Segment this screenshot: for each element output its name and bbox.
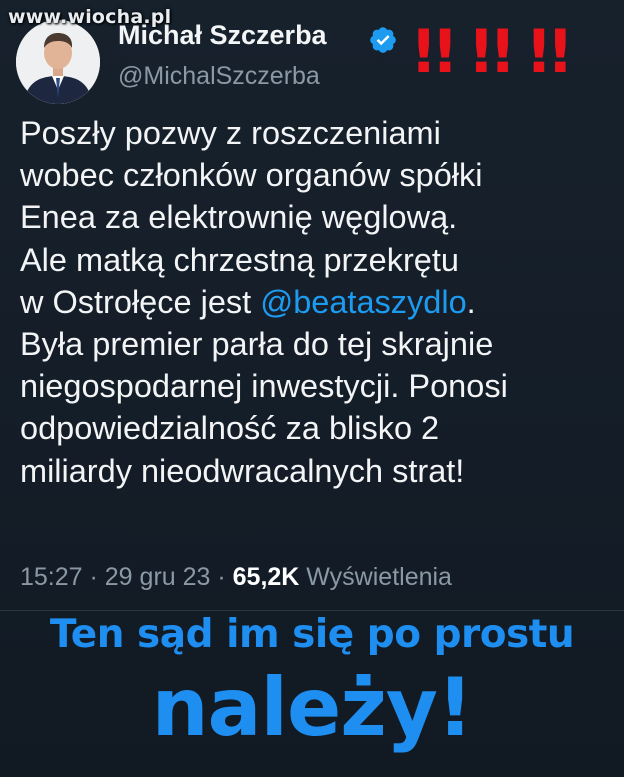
avatar[interactable] xyxy=(16,20,100,104)
verified-badge-icon xyxy=(370,27,396,53)
tweet-line-mention: w Ostrołęce jest @beataszydlo. xyxy=(20,281,616,323)
tweet-line: odpowiedzialność za blisko 2 xyxy=(20,410,440,447)
avatar-photo xyxy=(16,20,100,104)
author-handle[interactable]: @MichalSzczerba xyxy=(118,62,320,91)
meta-separator: · xyxy=(210,563,233,591)
tweet-line: niegospodarnej inwestycji. Ponosi xyxy=(20,368,508,405)
mention-link[interactable]: @beataszydlo xyxy=(260,284,466,320)
tweet-line: Enea za elektrownię węglową. xyxy=(20,199,458,236)
meta-separator: · xyxy=(82,563,105,591)
divider xyxy=(0,610,624,611)
tweet-meta: 15:27 · 29 gru 23 · 65,2K Wyświetlenia xyxy=(20,563,452,592)
tweet-line: wobec członków organów spółki xyxy=(20,157,483,194)
views-count: 65,2K xyxy=(232,563,300,591)
tweet-text: Poszły pozwy z roszczeniami wobec członk… xyxy=(20,112,616,492)
caption-line-2: należy! xyxy=(151,661,474,754)
watermark: www.wiocha.pl xyxy=(8,6,172,28)
screenshot-page: Michał Szczerba @MichalSzczerba !! !! !!… xyxy=(0,0,624,777)
caption-line-1: Ten sąd im się po prostu xyxy=(49,612,575,657)
mention-prefix: w Ostrołęce jest xyxy=(20,283,261,320)
red-exclamation-marks: !! !! !! xyxy=(410,17,574,87)
tweet-date[interactable]: 29 gru 23 xyxy=(105,563,211,591)
mention-suffix: . xyxy=(466,283,476,320)
tweet-line: Była premier parła do tej skrajnie xyxy=(20,326,494,363)
tweet-line: Ale matką chrzestną przekrętu xyxy=(20,241,459,278)
tweet-line: miliardy nieodwracalnych strat! xyxy=(20,452,465,489)
views-label: Wyświetlenia xyxy=(299,563,452,591)
tweet-line: Poszły pozwy z roszczeniami xyxy=(20,115,441,151)
tweet-time[interactable]: 15:27 xyxy=(20,563,83,591)
